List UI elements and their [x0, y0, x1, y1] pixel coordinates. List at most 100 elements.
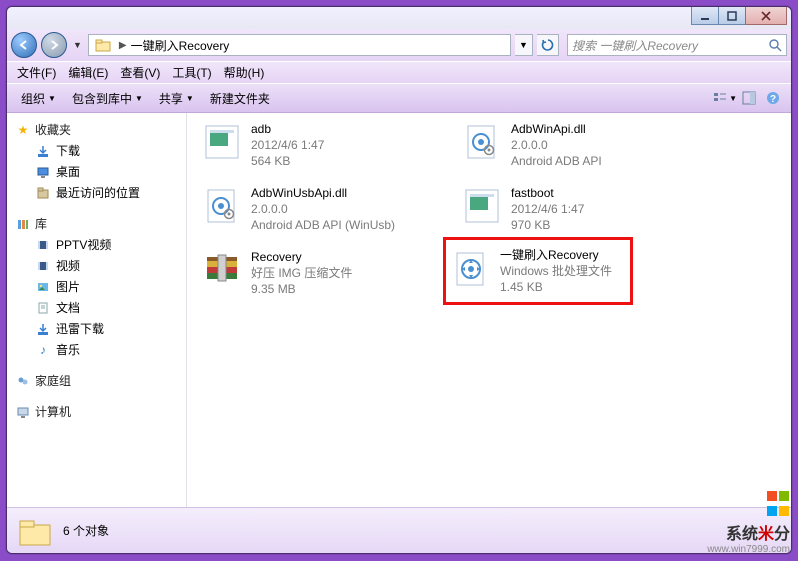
tree-item-label: PPTV视频: [56, 236, 111, 253]
tree-pictures[interactable]: 图片: [7, 276, 186, 297]
toolbar-share[interactable]: 共享▼: [151, 90, 202, 107]
computer-icon: [15, 404, 31, 420]
forward-button[interactable]: [41, 32, 67, 58]
close-button[interactable]: [745, 7, 787, 25]
file-item-fastboot[interactable]: fastboot 2012/4/6 1:47 970 KB: [457, 183, 717, 235]
explorer-body: ★ 收藏夹 下载 桌面 最近访问的位置 库 PPTV视频 视频 图片 文档 迅雷…: [7, 113, 791, 507]
menu-file[interactable]: 文件(F): [11, 64, 62, 81]
status-count: 6 个对象: [63, 522, 109, 539]
file-name: fastboot: [511, 185, 584, 201]
file-name: 一键刷入Recovery: [500, 247, 612, 263]
dll-icon: [199, 183, 245, 229]
tree-favorites-label: 收藏夹: [35, 121, 71, 138]
folder-icon: [95, 37, 111, 53]
picture-icon: [35, 279, 51, 295]
tree-homegroup-label: 家庭组: [35, 372, 71, 389]
file-version: 2.0.0.0: [511, 137, 602, 153]
minimize-button[interactable]: [691, 7, 719, 25]
file-size: 1.45 KB: [500, 279, 612, 295]
toolbar-organize[interactable]: 组织▼: [13, 90, 64, 107]
help-icon: ?: [766, 91, 780, 105]
download-icon: [35, 143, 51, 159]
tree-desktop[interactable]: 桌面: [7, 161, 186, 182]
search-box[interactable]: 搜索 一键刷入Recovery: [567, 34, 787, 56]
maximize-button[interactable]: [718, 7, 746, 25]
file-size: 9.35 MB: [251, 281, 352, 297]
preview-pane-button[interactable]: [737, 87, 761, 109]
tree-item-label: 图片: [56, 278, 80, 295]
menu-help[interactable]: 帮助(H): [218, 64, 271, 81]
homegroup-icon: [15, 373, 31, 389]
toolbar-include-label: 包含到库中: [72, 90, 132, 107]
tree-xunlei[interactable]: 迅雷下载: [7, 318, 186, 339]
tree-homegroup[interactable]: 家庭组: [7, 370, 186, 391]
bat-icon: [448, 246, 494, 292]
file-date: 2012/4/6 1:47: [251, 137, 324, 153]
toolbar-share-label: 共享: [159, 90, 183, 107]
file-version: 2.0.0.0: [251, 201, 395, 217]
tree-videos[interactable]: 视频: [7, 255, 186, 276]
search-placeholder: 搜索 一键刷入Recovery: [572, 37, 698, 54]
menu-tools[interactable]: 工具(T): [166, 64, 217, 81]
toolbar-newfolder[interactable]: 新建文件夹: [202, 90, 278, 107]
explorer-window: ▼ ▶ 一键刷入Recovery ▼ 搜索 一键刷入Recovery 文件(F)…: [6, 6, 792, 554]
window-controls: [692, 7, 787, 25]
tree-recent[interactable]: 最近访问的位置: [7, 182, 186, 203]
tree-pptv[interactable]: PPTV视频: [7, 234, 186, 255]
file-item-adbwinapi[interactable]: AdbWinApi.dll 2.0.0.0 Android ADB API: [457, 119, 717, 171]
file-size: 564 KB: [251, 153, 324, 169]
address-dropdown[interactable]: ▼: [515, 34, 533, 56]
tree-item-label: 最近访问的位置: [56, 184, 140, 201]
menu-view[interactable]: 查看(V): [114, 64, 166, 81]
chevron-down-icon: ▼: [48, 94, 56, 103]
menu-edit[interactable]: 编辑(E): [62, 64, 114, 81]
file-size: 970 KB: [511, 217, 584, 233]
help-button[interactable]: ?: [761, 87, 785, 109]
files-pane[interactable]: adb 2012/4/6 1:47 564 KB AdbWinApi.dll 2…: [187, 113, 791, 507]
tree-computer[interactable]: 计算机: [7, 401, 186, 422]
file-item-adb[interactable]: adb 2012/4/6 1:47 564 KB: [197, 119, 457, 171]
arrow-right-icon: [48, 39, 60, 51]
back-button[interactable]: [11, 32, 37, 58]
address-bar[interactable]: ▶ 一键刷入Recovery: [88, 34, 511, 56]
exe-icon: [199, 119, 245, 165]
toolbar-include[interactable]: 包含到库中▼: [64, 90, 151, 107]
nav-history-dropdown[interactable]: ▼: [71, 40, 84, 50]
document-icon: [35, 300, 51, 316]
watermark: 系统米分 www.win7999.com: [707, 490, 790, 555]
folder-icon: [17, 513, 53, 549]
file-item-batch-highlighted[interactable]: 一键刷入Recovery Windows 批处理文件 1.45 KB: [443, 237, 633, 305]
tree-item-label: 下载: [56, 142, 80, 159]
refresh-button[interactable]: [537, 34, 559, 56]
arrow-left-icon: [18, 39, 30, 51]
preview-icon: [742, 91, 756, 105]
maximize-icon: [727, 11, 737, 21]
tree-documents[interactable]: 文档: [7, 297, 186, 318]
tree-item-label: 音乐: [56, 341, 80, 358]
watermark-brand: 系统: [726, 526, 758, 543]
navigation-tree[interactable]: ★ 收藏夹 下载 桌面 最近访问的位置 库 PPTV视频 视频 图片 文档 迅雷…: [7, 113, 187, 507]
download-icon: [35, 321, 51, 337]
file-name: Recovery: [251, 249, 352, 265]
exe-icon: [459, 183, 505, 229]
file-item-adbwinusbapi[interactable]: AdbWinUsbApi.dll 2.0.0.0 Android ADB API…: [197, 183, 457, 235]
tree-libraries[interactable]: 库: [7, 213, 186, 234]
watermark-suffix: 分: [774, 526, 790, 543]
video-icon: [35, 258, 51, 274]
tree-libraries-label: 库: [35, 215, 47, 232]
tree-favorites[interactable]: ★ 收藏夹: [7, 119, 186, 140]
file-desc: Android ADB API: [511, 153, 602, 169]
toolbar: 组织▼ 包含到库中▼ 共享▼ 新建文件夹 ▼ ?: [7, 83, 791, 113]
breadcrumb-current[interactable]: 一键刷入Recovery: [131, 37, 230, 54]
file-item-recovery[interactable]: Recovery 好压 IMG 压缩文件 9.35 MB: [197, 247, 457, 299]
tree-downloads[interactable]: 下载: [7, 140, 186, 161]
tree-music[interactable]: ♪音乐: [7, 339, 186, 360]
menu-bar: 文件(F) 编辑(E) 查看(V) 工具(T) 帮助(H): [7, 61, 791, 83]
view-options-button[interactable]: ▼: [713, 87, 737, 109]
archive-icon: [199, 247, 245, 293]
svg-text:?: ?: [770, 94, 776, 105]
status-bar: 6 个对象: [7, 507, 791, 553]
toolbar-organize-label: 组织: [21, 90, 45, 107]
titlebar: [7, 7, 791, 29]
watermark-url: www.win7999.com: [707, 544, 790, 555]
